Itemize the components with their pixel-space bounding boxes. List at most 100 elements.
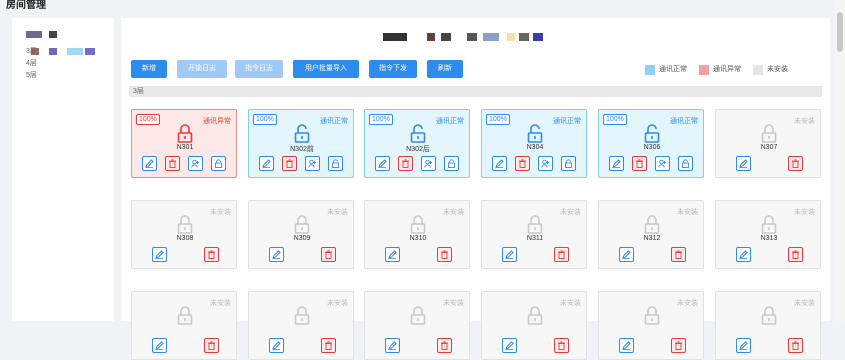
delete-button[interactable] xyxy=(437,338,452,353)
edit-button[interactable] xyxy=(142,156,157,171)
room-name: N306 xyxy=(643,144,661,151)
edit-button[interactable] xyxy=(152,247,167,262)
page-title: 房间管理 xyxy=(6,0,46,11)
edit-button[interactable] xyxy=(619,338,634,353)
delete-button[interactable] xyxy=(632,156,647,171)
delete-button[interactable] xyxy=(671,338,686,353)
tree-item-floor-3[interactable]: 3层 xyxy=(26,46,37,58)
room-actions xyxy=(132,247,238,263)
top-bar: 房间管理 xyxy=(0,0,845,12)
room-actions xyxy=(482,247,588,263)
edit-button[interactable] xyxy=(259,156,274,171)
room-card[interactable]: 100% 通讯正常 N304 xyxy=(481,109,587,178)
scrollbar-thumb[interactable] xyxy=(837,12,843,52)
edit-button[interactable] xyxy=(736,338,751,353)
edit-button[interactable] xyxy=(375,156,390,171)
edit-button[interactable] xyxy=(736,156,751,171)
tree-item-floor-4[interactable]: 4层 xyxy=(26,58,37,70)
edit-button[interactable] xyxy=(492,156,507,171)
remote-unlock-button[interactable] xyxy=(328,156,343,171)
room-card[interactable]: 未安装 xyxy=(364,291,470,360)
room-card[interactable]: 未安装 xyxy=(598,291,704,360)
room-actions xyxy=(716,247,822,263)
room-card[interactable]: 100% 通讯异常 N301 xyxy=(131,109,237,178)
room-card[interactable]: 100% 通讯正常 N306 xyxy=(598,109,704,178)
delete-button[interactable] xyxy=(788,247,803,262)
unlock-log-button[interactable]: 开锁日志 xyxy=(177,60,227,78)
remote-unlock-button[interactable] xyxy=(561,156,576,171)
room-card[interactable]: 未安装 xyxy=(481,291,587,360)
room-card[interactable]: 未安装 N309 xyxy=(248,200,354,269)
add-user-button[interactable] xyxy=(655,156,670,171)
legend-swatch-normal xyxy=(645,65,655,75)
room-status: 未安装 xyxy=(327,300,348,307)
room-card[interactable]: 未安装 xyxy=(248,291,354,360)
batch-import-users-button[interactable]: 用户批量导入 xyxy=(293,60,359,78)
edit-button[interactable] xyxy=(609,156,624,171)
delete-button[interactable] xyxy=(554,247,569,262)
delete-button[interactable] xyxy=(204,338,219,353)
command-log-button[interactable]: 指令日志 xyxy=(235,60,283,78)
edit-button[interactable] xyxy=(385,338,400,353)
delete-button[interactable] xyxy=(165,156,180,171)
remote-unlock-button[interactable] xyxy=(211,156,226,171)
remote-unlock-button[interactable] xyxy=(678,156,693,171)
delete-button[interactable] xyxy=(398,156,413,171)
edit-button[interactable] xyxy=(152,338,167,353)
add-user-button[interactable] xyxy=(188,156,203,171)
room-card[interactable]: 100% 通讯正常 N302后 xyxy=(364,109,470,178)
delete-button[interactable] xyxy=(321,247,336,262)
room-actions xyxy=(599,338,705,354)
add-button[interactable]: 新增 xyxy=(131,60,167,78)
legend-label-uninstalled: 未安装 xyxy=(767,66,788,73)
edit-button[interactable] xyxy=(619,247,634,262)
lock-icon xyxy=(644,215,660,234)
legend-label-error: 通讯异常 xyxy=(713,66,741,73)
add-user-button[interactable] xyxy=(305,156,320,171)
unlocked-icon xyxy=(294,124,310,143)
delete-button[interactable] xyxy=(515,156,530,171)
room-card[interactable]: 未安装 N310 xyxy=(364,200,470,269)
room-status: 通讯正常 xyxy=(553,118,581,125)
room-status: 通讯正常 xyxy=(670,118,698,125)
delete-button[interactable] xyxy=(554,338,569,353)
lock-icon xyxy=(177,215,193,234)
refresh-button[interactable]: 刷新 xyxy=(427,60,463,78)
room-status: 未安装 xyxy=(677,209,698,216)
room-actions xyxy=(132,156,238,172)
edit-button[interactable] xyxy=(502,247,517,262)
add-user-button[interactable] xyxy=(538,156,553,171)
room-status: 未安装 xyxy=(560,209,581,216)
delete-button[interactable] xyxy=(321,338,336,353)
room-name: N308 xyxy=(176,235,194,242)
room-card[interactable]: 未安装 N312 xyxy=(598,200,704,269)
edit-button[interactable] xyxy=(269,338,284,353)
delete-button[interactable] xyxy=(437,247,452,262)
delete-button[interactable] xyxy=(671,247,686,262)
tree-item-floor-5[interactable]: 5层 xyxy=(26,70,37,82)
edit-button[interactable] xyxy=(269,247,284,262)
edit-button[interactable] xyxy=(385,247,400,262)
delete-button[interactable] xyxy=(282,156,297,171)
lock-icon xyxy=(644,306,660,325)
remote-unlock-button[interactable] xyxy=(444,156,459,171)
legend-swatch-error xyxy=(699,65,709,75)
legend-label-normal: 通讯正常 xyxy=(659,66,687,73)
room-card[interactable]: 未安装 N313 xyxy=(715,200,821,269)
add-user-button[interactable] xyxy=(421,156,436,171)
edit-button[interactable] xyxy=(502,338,517,353)
delete-button[interactable] xyxy=(788,156,803,171)
edit-button[interactable] xyxy=(736,247,751,262)
room-name: N309 xyxy=(293,235,311,242)
room-card[interactable]: 未安装 N311 xyxy=(481,200,587,269)
room-card[interactable]: 未安装 N307 xyxy=(715,109,821,178)
send-command-button[interactable]: 指令下发 xyxy=(369,60,417,78)
delete-button[interactable] xyxy=(204,247,219,262)
battery-badge: 100% xyxy=(486,114,510,125)
room-card[interactable]: 100% 通讯正常 N302前 xyxy=(248,109,354,178)
room-card[interactable]: 未安装 xyxy=(715,291,821,360)
floor-tree: 3层 4层 5层 xyxy=(26,46,37,82)
room-card[interactable]: 未安装 xyxy=(131,291,237,360)
delete-button[interactable] xyxy=(788,338,803,353)
room-card[interactable]: 未安装 N308 xyxy=(131,200,237,269)
